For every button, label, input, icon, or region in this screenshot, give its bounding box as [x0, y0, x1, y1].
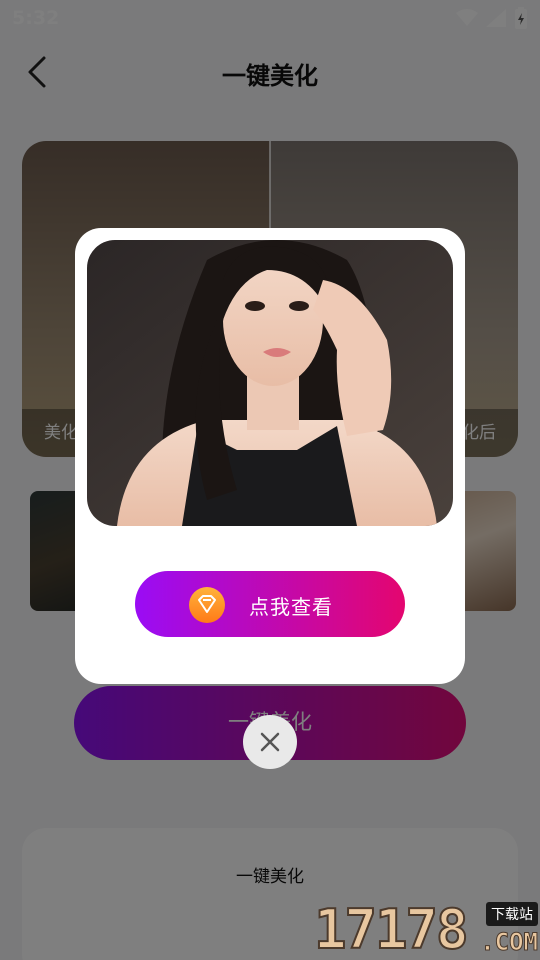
portrait-illustration: [87, 240, 453, 526]
watermark: 17178 下载站 .COM: [313, 896, 539, 960]
view-now-button[interactable]: 点我查看: [135, 571, 405, 637]
close-icon: [260, 732, 280, 752]
watermark-domain: .COM: [480, 928, 539, 957]
watermark-site: 下载站: [486, 902, 538, 926]
promo-portrait-image: [87, 240, 453, 526]
close-dialog-button[interactable]: [243, 715, 297, 769]
promo-dialog: 点我查看: [75, 228, 465, 684]
diamond-icon: [189, 587, 225, 623]
watermark-number: 17178: [313, 897, 470, 960]
view-now-label: 点我查看: [249, 597, 333, 619]
